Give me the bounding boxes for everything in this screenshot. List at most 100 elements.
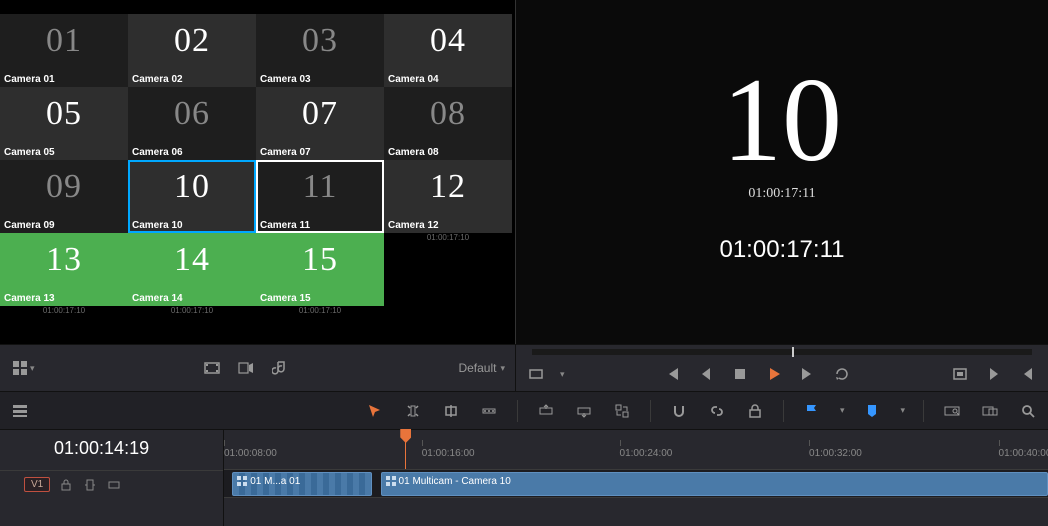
camera-angle-number: 08 (384, 87, 512, 133)
viewer-timecode: 01:00:17:11 (719, 236, 844, 264)
next-edit-icon[interactable] (984, 364, 1004, 384)
flag-icon[interactable] (802, 401, 822, 421)
camera-angle-label: Camera 08 (388, 147, 439, 158)
camera-angle-03[interactable]: 03Camera 0301:00:17:10 (256, 14, 384, 87)
camera-angle-04[interactable]: 04 Camera 04 (384, 14, 512, 87)
blade-tool-icon[interactable] (479, 401, 499, 421)
trim-tool-icon[interactable] (403, 401, 423, 421)
snap-icon[interactable] (669, 401, 689, 421)
camera-angle-number: 02 (128, 14, 256, 60)
camera-angle-number: 14 (128, 233, 256, 279)
camera-angle-label: Camera 13 (4, 293, 55, 304)
stop-icon[interactable] (730, 364, 750, 384)
playhead[interactable] (405, 430, 406, 469)
camera-angle-label: Camera 12 (388, 220, 439, 231)
layout-dropdown[interactable]: Default ▾ (458, 361, 505, 375)
step-back-icon[interactable] (696, 364, 716, 384)
clip-thumbnail-icon (237, 476, 247, 486)
camera-angle-15[interactable]: 15Camera 1501:00:17:10 (256, 233, 384, 306)
edit-toolbar: ▾ ▾ (0, 392, 1048, 430)
overwrite-clip-icon[interactable] (574, 401, 594, 421)
detail-zoom-icon[interactable] (980, 401, 1000, 421)
playhead-handle[interactable] (400, 429, 411, 443)
camera-angle-timecode: 01:00:17:10 (128, 306, 256, 316)
selection-tool-icon[interactable] (365, 401, 385, 421)
timeline-ruler[interactable]: 01:00:08:0001:00:16:0001:00:24:0001:00:3… (224, 430, 1048, 470)
camera-angle-06[interactable]: 06Camera 0601:00:17:10 (128, 87, 256, 160)
program-viewer: 10 01:00:17:11 01:00:17:11 (515, 0, 1048, 344)
link-icon[interactable] (707, 401, 727, 421)
camera-angle-number: 15 (256, 233, 384, 279)
camera-angle-timecode: 01:00:17:10 (384, 233, 512, 243)
audio-only-icon[interactable] (270, 358, 290, 378)
play-icon[interactable] (764, 364, 784, 384)
camera-angle-10[interactable]: 10 Camera 10 (128, 160, 256, 233)
video-only-icon[interactable] (202, 358, 222, 378)
video-track-header[interactable]: V1 (0, 470, 223, 498)
camera-angle-01[interactable]: 01Camera 0101:00:17:10 (0, 14, 128, 87)
chevron-down-icon: ▾ (500, 363, 505, 374)
search-icon[interactable] (1018, 401, 1038, 421)
go-to-start-icon[interactable] (662, 364, 682, 384)
camera-angle-label: Camera 11 (260, 220, 310, 231)
camera-angle-label: Camera 15 (260, 293, 311, 304)
camera-angle-12[interactable]: 12Camera 1201:00:17:10 (384, 160, 512, 233)
zoom-to-fit-icon[interactable] (942, 401, 962, 421)
camera-angle-number: 04 (384, 14, 512, 60)
timeline-clip[interactable]: 01 Multicam - Camera 10 (381, 472, 1048, 496)
camera-angle-number: 01 (0, 14, 128, 60)
timeline: 01:00:14:19 V1 01:00:08:0001:00:16:0001:… (0, 430, 1048, 526)
video-track-row[interactable]: 01 M...a 01 01 Multicam - Camera 10 (224, 470, 1048, 498)
camera-angle-number: 11 (256, 160, 384, 206)
timeline-clip[interactable]: 01 M...a 01 (232, 472, 372, 496)
camera-angle-07[interactable]: 07Camera 07 (256, 87, 384, 160)
camera-angle-05[interactable]: 05Camera 0501:00:17:10 (0, 87, 128, 160)
step-forward-icon[interactable] (798, 364, 818, 384)
multicam-view-icon[interactable] (10, 358, 30, 378)
camera-angle-label: Camera 06 (132, 147, 183, 158)
camera-angle-09[interactable]: 09Camera 0901:00:17:10 (0, 160, 128, 233)
clip-label: 01 Multicam - Camera 10 (399, 476, 511, 487)
camera-angle-number: 07 (256, 87, 384, 133)
auto-select-icon[interactable] (82, 477, 98, 493)
camera-angle-label: Camera 03 (260, 74, 311, 85)
layout-dropdown-label: Default (458, 361, 496, 375)
multicam-source-panel: 01Camera 0101:00:17:1002 Camera 02 01:00:1… (0, 0, 515, 344)
prev-edit-icon[interactable] (1018, 364, 1038, 384)
loop-icon[interactable] (832, 364, 852, 384)
audio-video-icon[interactable] (236, 358, 256, 378)
camera-angle-08[interactable]: 08Camera 0801:00:17:10 (384, 87, 512, 160)
ruler-tick: 01:00:40:00 (999, 448, 1048, 459)
dynamic-trim-icon[interactable] (441, 401, 461, 421)
camera-angle-11[interactable]: 11 Camera 11 (256, 160, 384, 233)
timeline-timecode: 01:00:14:19 (0, 430, 223, 470)
viewer-angle-number: 10 (722, 60, 842, 180)
replace-clip-icon[interactable] (612, 401, 632, 421)
camera-angle-13[interactable]: 13Camera 1301:00:17:10 (0, 233, 128, 306)
marker-icon[interactable] (862, 401, 882, 421)
track-name-badge[interactable]: V1 (24, 477, 50, 492)
track-visibility-icon[interactable] (106, 477, 122, 493)
camera-angle-02[interactable]: 02Camera 0201:00:17:10 (128, 14, 256, 87)
transform-icon[interactable] (526, 364, 546, 384)
insert-clip-icon[interactable] (536, 401, 556, 421)
camera-angle-label: Camera 14 (132, 293, 183, 304)
camera-angle-label: Camera 02 (132, 74, 183, 85)
chevron-down-icon[interactable]: ▾ (840, 405, 845, 416)
ruler-tick: 01:00:08:00 (224, 448, 277, 459)
match-frame-icon[interactable] (950, 364, 970, 384)
camera-angle-label: Camera 10 (132, 220, 183, 231)
camera-angle-label: Camera 04 (388, 74, 439, 85)
timeline-view-options-icon[interactable] (10, 401, 30, 421)
chevron-down-icon[interactable]: ▾ (30, 363, 35, 374)
chevron-down-icon[interactable]: ▾ (560, 369, 565, 380)
lock-track-icon[interactable] (58, 477, 74, 493)
camera-angle-number: 10 (128, 160, 256, 206)
clip-thumbnail-icon (386, 476, 396, 486)
ruler-tick: 01:00:32:00 (809, 448, 862, 459)
lock-icon[interactable] (745, 401, 765, 421)
camera-angle-label: Camera 09 (4, 220, 55, 231)
viewer-scrub-bar[interactable] (532, 349, 1032, 355)
camera-angle-14[interactable]: 14Camera 1401:00:17:10 (128, 233, 256, 306)
chevron-down-icon[interactable]: ▾ (900, 405, 905, 416)
